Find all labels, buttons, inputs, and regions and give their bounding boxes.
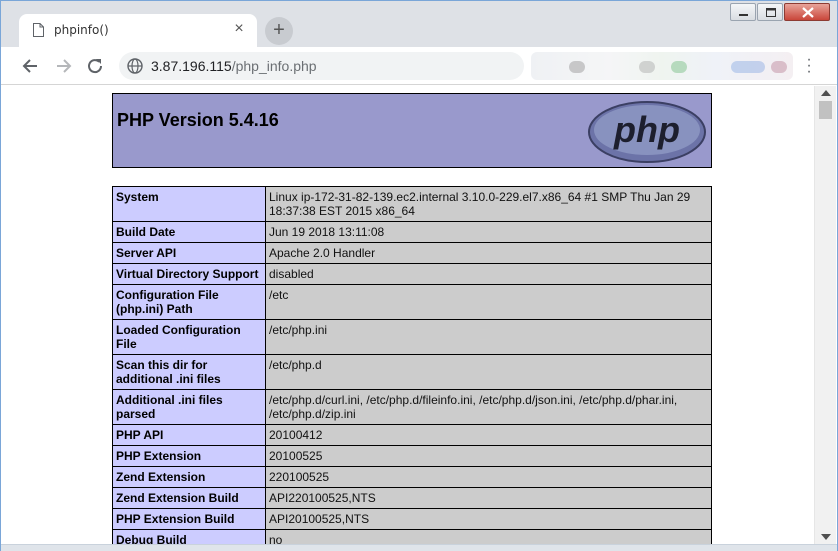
table-row: PHP API 20100412 [112,424,712,446]
row-key: Zend Extension Build [112,487,266,509]
browser-window: phpinfo() × + 3.87.196.115/php_info.php … [0,0,838,551]
row-value: /etc/php.ini [265,319,712,355]
scrollbar-thumb[interactable] [819,101,832,119]
row-value: /etc [265,284,712,320]
globe-icon [127,58,143,74]
row-value: Apache 2.0 Handler [265,242,712,264]
row-key: Loaded Configuration File [112,319,266,355]
minimize-icon [739,14,748,16]
window-bottom-edge [1,544,837,551]
title-bar: phpinfo() × + [1,1,837,47]
row-value: 220100525 [265,466,712,488]
row-value: 20100412 [265,424,712,446]
php-info-table: System Linux ip-172-31-82-139.ec2.interna… [112,186,712,544]
url-host: 3.87.196.115 [151,58,232,74]
close-window-button[interactable] [784,3,830,21]
forward-arrow-icon[interactable] [52,55,74,77]
scroll-up-arrow-icon[interactable] [821,90,831,96]
row-key: Scan this dir for additional .ini files [112,354,266,390]
table-row: Zend Extension 220100525 [112,466,712,488]
back-arrow-icon[interactable] [20,55,42,77]
extension-icon[interactable] [569,61,585,73]
browser-toolbar: 3.87.196.115/php_info.php · · · [1,47,837,85]
extension-icon[interactable] [671,61,687,73]
row-key: Debug Build [112,529,266,544]
extension-icon[interactable] [771,61,787,73]
page-title: PHP Version 5.4.16 [117,110,279,130]
table-row: Additional .ini files parsed/etc/php.d/c… [112,389,712,425]
minimize-button[interactable] [730,3,756,21]
row-value: /etc/php.d/curl.ini, /etc/php.d/fileinfo… [265,389,712,425]
document-icon [33,23,44,37]
row-key: System [112,186,266,222]
tab-close-icon[interactable]: × [231,21,247,37]
row-value: /etc/php.d [265,354,712,390]
php-logo-text: php [613,109,680,150]
row-value: disabled [265,263,712,285]
close-icon [802,7,814,18]
row-key: Server API [112,242,266,264]
table-row: System Linux ip-172-31-82-139.ec2.interna… [112,186,712,222]
page-content: PHP Version 5.4.16 php System Linux ip-17… [1,86,814,544]
extension-icon[interactable] [639,61,655,73]
more-menu-icon[interactable]: · · · [803,52,815,80]
scroll-down-arrow-icon[interactable] [821,534,831,540]
table-row: PHP Extension Build API20100525,NTS [112,508,712,530]
vertical-scrollbar[interactable] [814,86,836,544]
table-row: PHP Extension 20100525 [112,445,712,467]
row-value: Linux ip-172-31-82-139.ec2.internal 3.10… [265,186,712,222]
table-row: Configuration File (php.ini) Path/etc [112,284,712,320]
row-value: 20100525 [265,445,712,467]
url-path: /php_info.php [231,58,317,74]
maximize-button[interactable] [757,3,783,21]
row-key: Zend Extension [112,466,266,488]
row-key: Virtual Directory Support [112,263,266,285]
table-row: Zend Extension Build API220100525,NTS [112,487,712,509]
table-row: Server API Apache 2.0 Handler [112,242,712,264]
reload-icon[interactable] [84,55,106,77]
row-value: Jun 19 2018 13:11:08 [265,221,712,243]
tab-title: phpinfo() [54,23,109,37]
row-key: PHP API [112,424,266,446]
row-value: API20100525,NTS [265,508,712,530]
row-key: PHP Extension Build [112,508,266,530]
php-header: PHP Version 5.4.16 php [112,93,712,168]
extension-icon[interactable] [731,61,765,73]
row-key: Build Date [112,221,266,243]
url-text: 3.87.196.115/php_info.php [151,58,317,74]
row-key: Additional .ini files parsed [112,389,266,425]
row-value: no [265,529,712,544]
row-value: API220100525,NTS [265,487,712,509]
table-row: Debug Build no [112,529,712,544]
row-key: Configuration File (php.ini) Path [112,284,266,320]
new-tab-button[interactable]: + [265,17,293,45]
maximize-icon [766,8,776,17]
row-key: PHP Extension [112,445,266,467]
address-bar[interactable]: 3.87.196.115/php_info.php [119,52,524,80]
extensions-area[interactable] [531,52,793,80]
table-row: Loaded Configuration File/etc/php.ini [112,319,712,355]
tab-phpinfo[interactable]: phpinfo() × [19,14,257,47]
php-logo: php [588,101,706,163]
table-row: Build Date Jun 19 2018 13:11:08 [112,221,712,243]
table-row: Virtual Directory Support disabled [112,263,712,285]
table-row: Scan this dir for additional .ini files /… [112,354,712,390]
